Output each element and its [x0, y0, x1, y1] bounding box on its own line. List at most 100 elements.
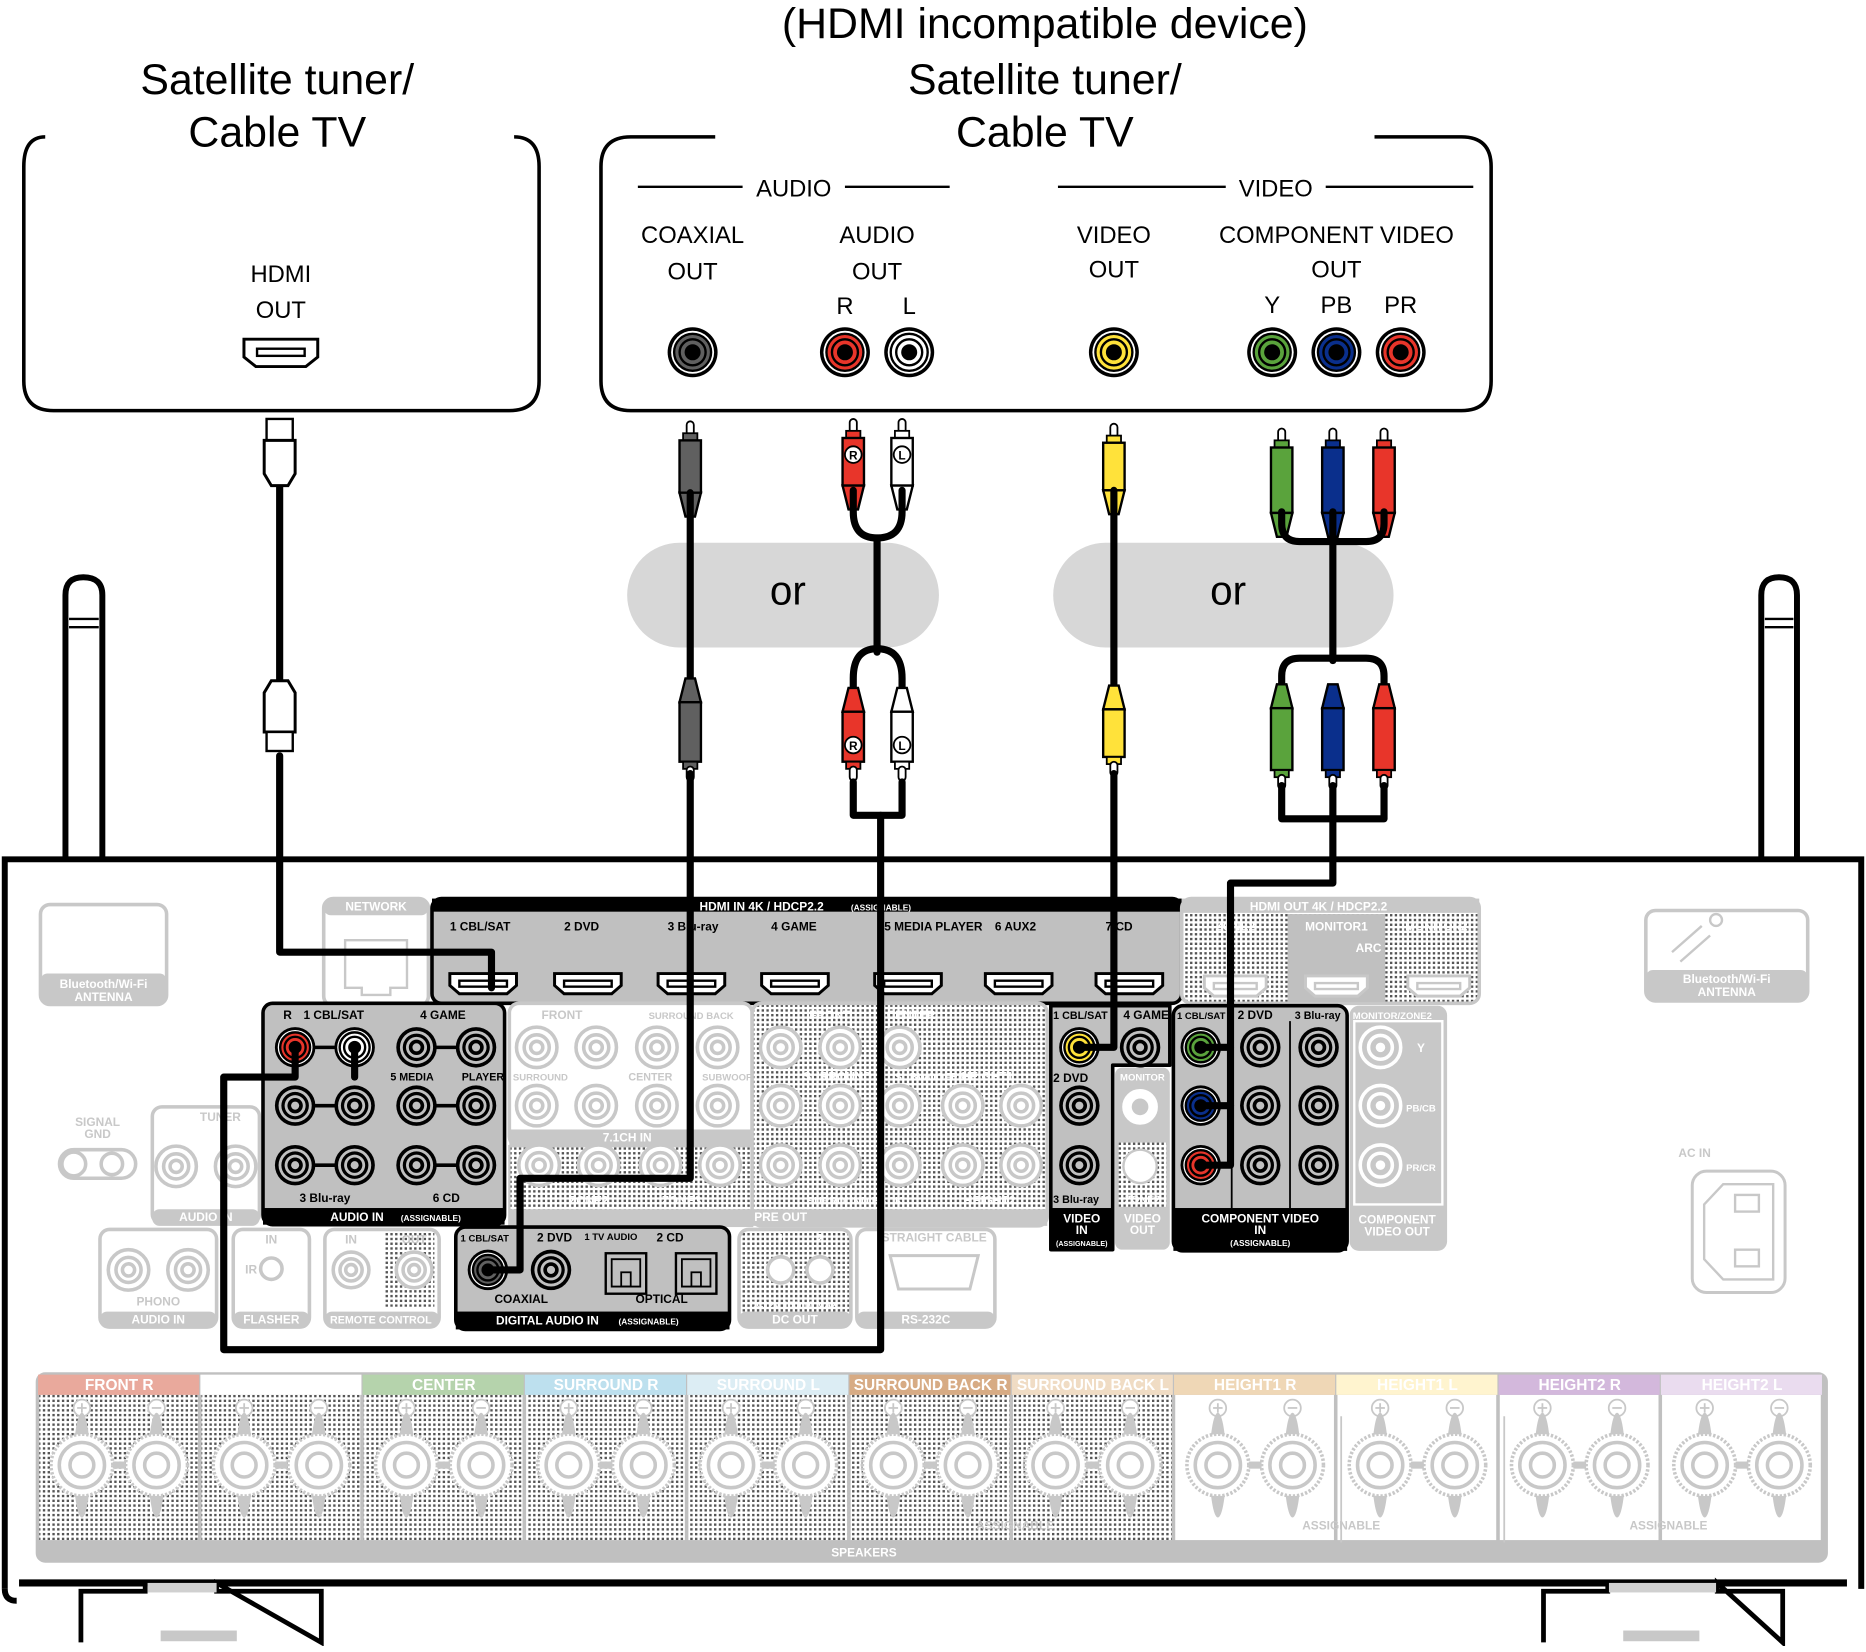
- hdmi-in-port-2[interactable]: [553, 972, 623, 996]
- audio-in-jack[interactable]: [274, 1085, 316, 1126]
- video-in-bluray-jack[interactable]: [1059, 1144, 1100, 1186]
- remote-out-jack[interactable]: [394, 1250, 434, 1290]
- component-out-title-line2: VIDEO OUT: [1364, 1224, 1430, 1238]
- pre-out-jack[interactable]: [818, 1083, 863, 1128]
- speaker-terminal-center: CENTER: [362, 1374, 524, 1541]
- audio-in-jack[interactable]: [455, 1144, 497, 1186]
- speaker-assignable-label: ASSIGNABLE: [976, 1518, 1054, 1532]
- ch71-in-jack[interactable]: [574, 1083, 619, 1128]
- terminal-center: [1278, 1451, 1307, 1479]
- ch71-in-jack[interactable]: [695, 1025, 740, 1070]
- component-in-dvd-jack[interactable]: [1240, 1144, 1281, 1186]
- speaker-terminal-height1-r: HEIGHT1 R: [1174, 1374, 1336, 1541]
- pre-out-jack[interactable]: [697, 1143, 742, 1188]
- hdmi-plug-top[interactable]: [262, 417, 297, 488]
- optical-port-2[interactable]: [674, 1252, 718, 1295]
- component-pr-plug-bottom[interactable]: [1371, 683, 1397, 790]
- pre-out-jack[interactable]: [877, 1083, 922, 1128]
- component-out-jack[interactable]: [1358, 1083, 1403, 1128]
- pre-out-jack[interactable]: [940, 1083, 985, 1128]
- coaxial-plug-bottom[interactable]: [677, 677, 703, 782]
- source-component-y-jack[interactable]: [1247, 327, 1298, 378]
- hdmi-in-port-4[interactable]: [760, 972, 830, 996]
- pre-out-jack[interactable]: [818, 1025, 863, 1070]
- pre-out-jack[interactable]: [999, 1083, 1044, 1128]
- pre-out-jack[interactable]: [758, 1025, 803, 1070]
- audio-in-jack[interactable]: [455, 1085, 497, 1126]
- hdmi-out-port-icon[interactable]: [242, 337, 320, 369]
- pre-out-jack[interactable]: [758, 1143, 803, 1188]
- tuner-r-jack[interactable]: [154, 1144, 199, 1189]
- audio-out-l-label: L: [903, 293, 916, 320]
- hdmi-out-zone2-port[interactable]: [1202, 974, 1268, 998]
- audio-in-4-game-label: 4 GAME: [420, 1008, 466, 1022]
- audio-in-jack[interactable]: [334, 1085, 375, 1126]
- hdmi-out-monitor1-port[interactable]: [1303, 974, 1369, 998]
- hdmi-plug-bottom[interactable]: [262, 679, 297, 753]
- audio-in-jack[interactable]: [334, 1144, 375, 1186]
- jack-center: [772, 1039, 789, 1056]
- component-out-jack[interactable]: [1358, 1025, 1403, 1070]
- video-in-dvd-jack[interactable]: [1059, 1085, 1100, 1126]
- source-audio-out-l-jack[interactable]: [884, 327, 935, 378]
- component-y-plug-bottom[interactable]: [1269, 683, 1294, 790]
- hdmi-in-port-5[interactable]: [873, 972, 943, 996]
- component-pb-label: PB: [1321, 292, 1353, 319]
- pre-out-jack[interactable]: [940, 1143, 985, 1188]
- audio-in-jack[interactable]: [396, 1027, 437, 1068]
- speaker-terminal-front-l: FRONT L: [200, 1374, 362, 1541]
- plug-body: [678, 439, 703, 494]
- remote-in-jack[interactable]: [331, 1250, 371, 1290]
- hdmi-out-monitor2-label: MONITOR2: [1405, 920, 1468, 934]
- source-component-pb-jack[interactable]: [1311, 327, 1362, 378]
- audio-in-jack[interactable]: [455, 1027, 497, 1068]
- hdmi-out-monitor2-port[interactable]: [1406, 974, 1472, 998]
- zone2-out-label: ZONE2: [569, 1193, 609, 1207]
- audio-in-jack[interactable]: [396, 1144, 437, 1186]
- hdmi-in-port-7[interactable]: [1094, 972, 1165, 996]
- jack-center: [406, 1262, 422, 1278]
- ch71-in-jack[interactable]: [695, 1083, 740, 1128]
- source-video-out-jack[interactable]: [1088, 327, 1139, 378]
- video-in-4-game-label: 4 GAME: [1123, 1008, 1169, 1022]
- audio-l-plug-bottom[interactable]: L: [889, 686, 915, 782]
- video-plug-bottom[interactable]: [1101, 684, 1127, 777]
- phono-r-jack[interactable]: [106, 1247, 151, 1292]
- ch71-in-jack[interactable]: [514, 1083, 559, 1128]
- audio-in-jack[interactable]: [274, 1144, 316, 1186]
- phono-l-jack[interactable]: [166, 1247, 211, 1292]
- component-out-jack[interactable]: [1358, 1143, 1403, 1188]
- pre-out-jack[interactable]: [818, 1143, 863, 1188]
- pre-out-jack[interactable]: [877, 1143, 922, 1188]
- source-audio-out-r-jack[interactable]: [819, 327, 870, 378]
- component-in-bluray-jack[interactable]: [1298, 1144, 1339, 1186]
- source-coaxial-out-jack[interactable]: [667, 327, 718, 378]
- component-pb-plug-bottom[interactable]: [1320, 683, 1346, 790]
- component-in-dvd-jack[interactable]: [1240, 1027, 1281, 1068]
- ch71-in-jack[interactable]: [634, 1083, 679, 1128]
- component-in-bluray-jack[interactable]: [1298, 1085, 1339, 1126]
- audio-in-jack[interactable]: [396, 1085, 437, 1126]
- ch71-in-jack[interactable]: [514, 1025, 559, 1070]
- ch71-in-jack[interactable]: [634, 1025, 679, 1070]
- bt-antenna-right-label-2: ANTENNA: [1698, 985, 1757, 999]
- pre-out-jack[interactable]: [999, 1143, 1044, 1188]
- component-in-bluray-jack[interactable]: [1298, 1027, 1339, 1068]
- jack-pin: [1375, 1042, 1386, 1053]
- hdmi-in-port-6[interactable]: [983, 972, 1054, 996]
- component-out-pr-label: PR/CR: [1406, 1163, 1436, 1174]
- remote-control-title: REMOTE CONTROL: [330, 1314, 432, 1326]
- optical-port-1[interactable]: [604, 1252, 648, 1295]
- component-in-dvd-jack[interactable]: [1240, 1085, 1281, 1126]
- hdmi-in-port-1[interactable]: [448, 972, 518, 996]
- digital-coaxial-2-dvd-jack[interactable]: [530, 1249, 572, 1291]
- flasher-ir-label: IR: [245, 1262, 257, 1276]
- pre-out-jack[interactable]: [877, 1025, 922, 1070]
- audio-r-plug-bottom[interactable]: R: [841, 686, 866, 782]
- hdmi-out-label-line2: OUT: [256, 297, 306, 324]
- terminal-link: [437, 1461, 451, 1469]
- pre-out-jack[interactable]: [758, 1083, 803, 1128]
- video-in-game-jack[interactable]: [1119, 1027, 1161, 1068]
- ch71-in-jack[interactable]: [574, 1025, 619, 1070]
- source-component-pr-jack[interactable]: [1375, 327, 1426, 378]
